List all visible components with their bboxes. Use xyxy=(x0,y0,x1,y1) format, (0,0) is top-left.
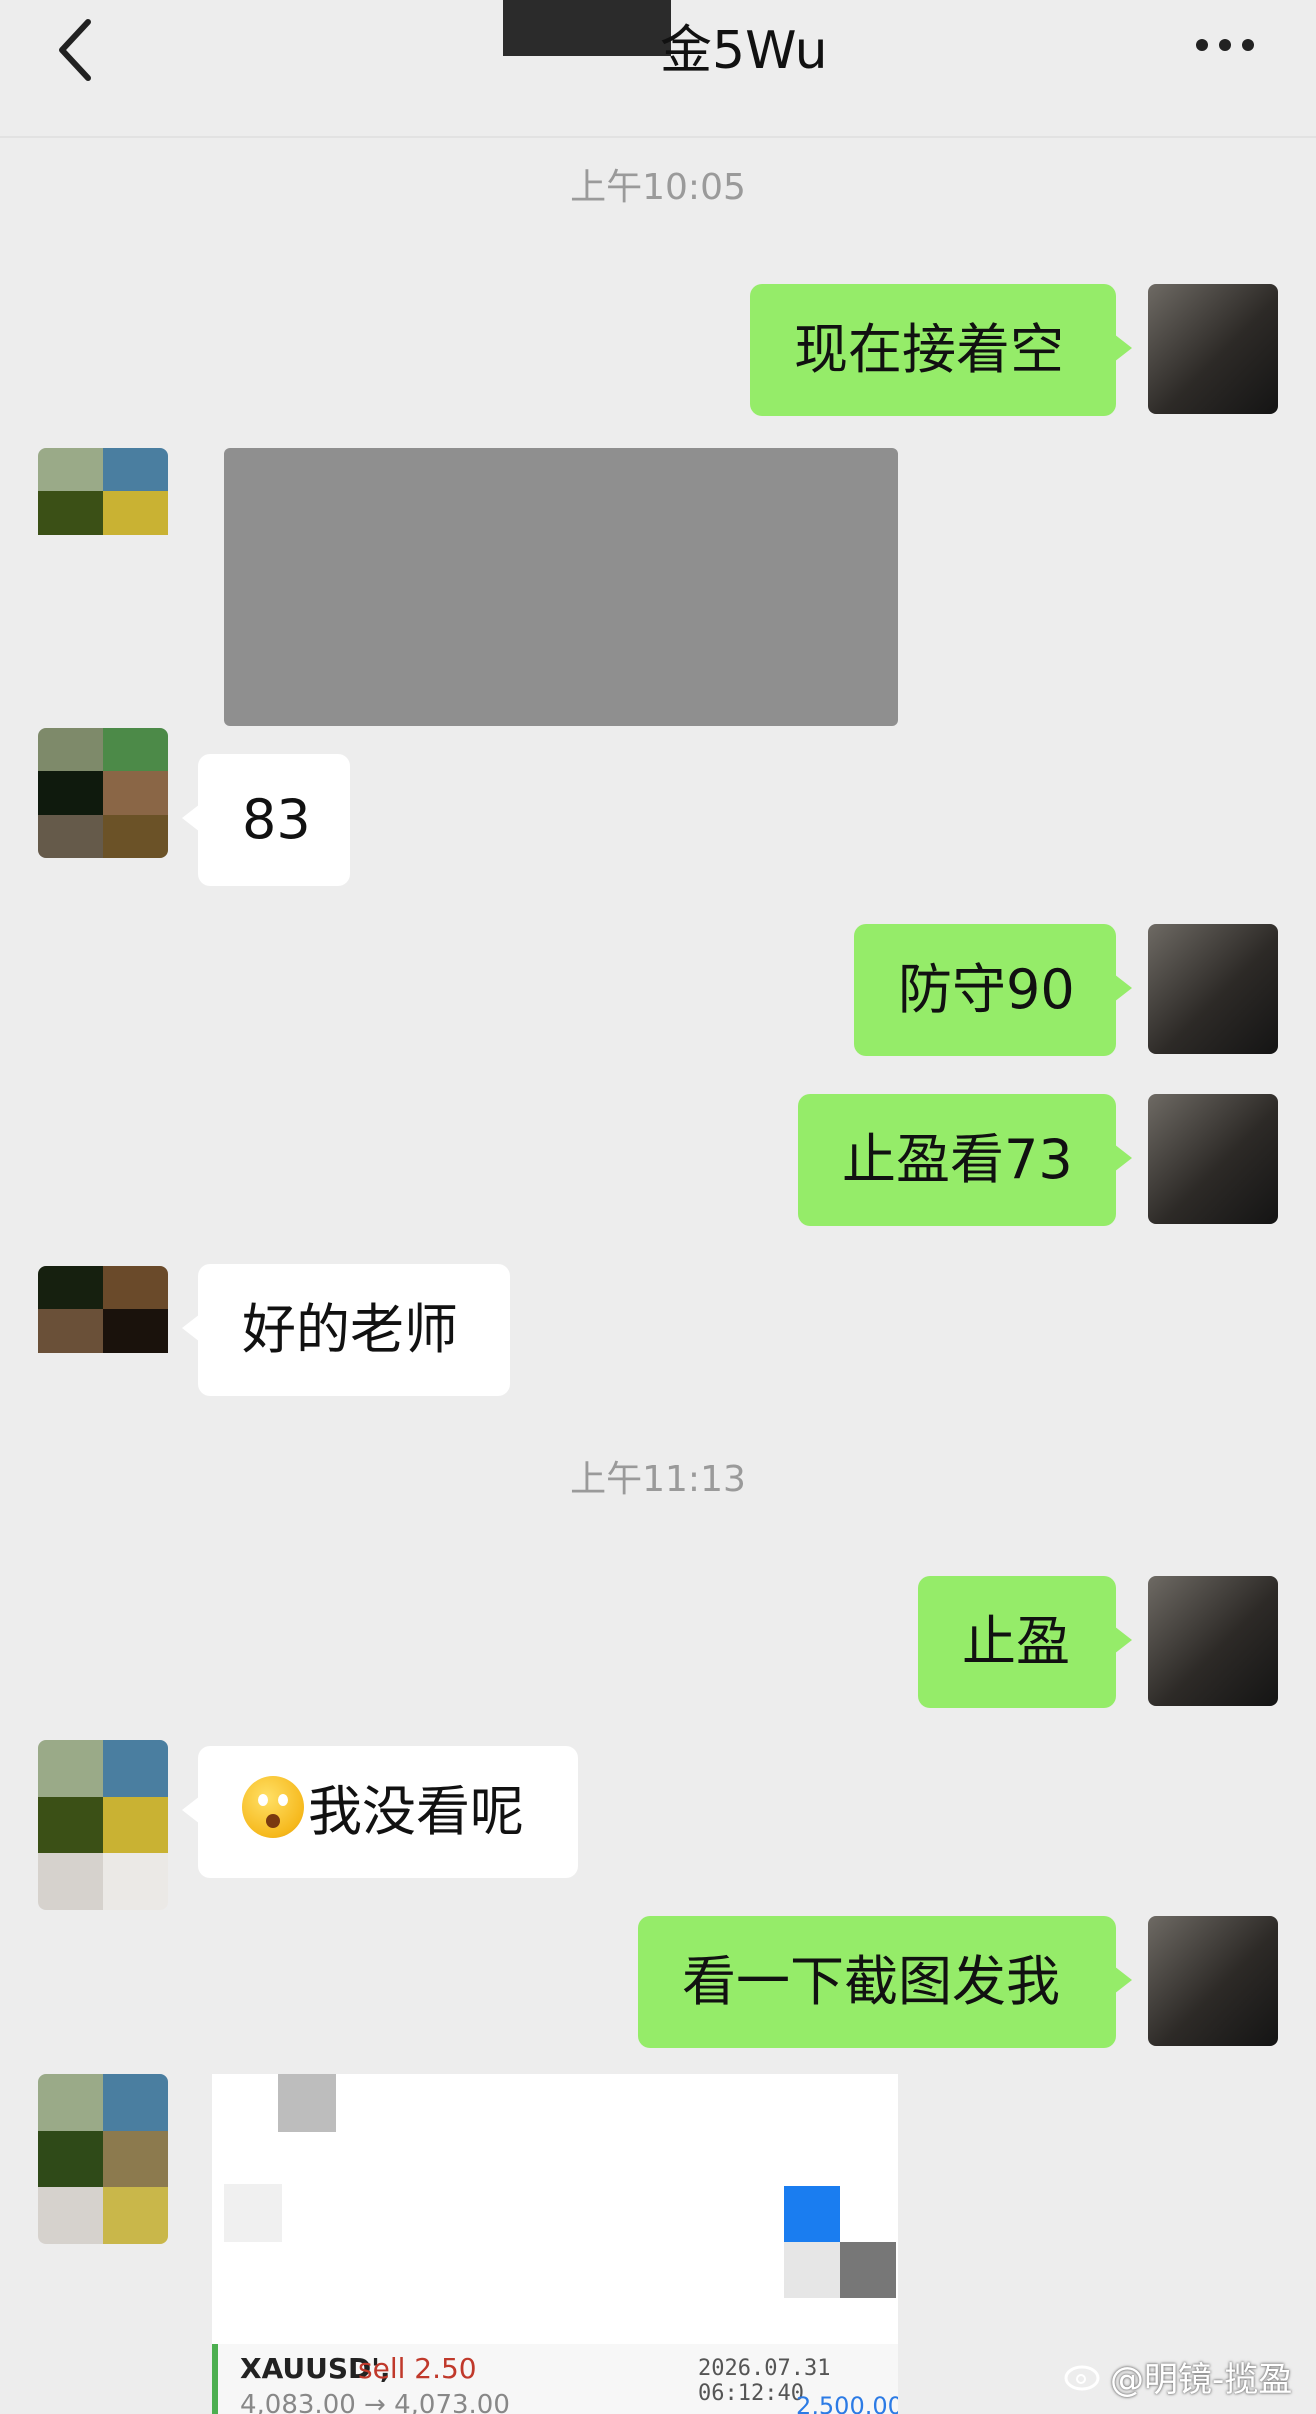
back-arrow-icon[interactable] xyxy=(50,14,110,84)
more-icon[interactable] xyxy=(1190,22,1260,68)
message-bubble-incoming[interactable]: 好的老师 xyxy=(182,1264,510,1396)
blurred-block xyxy=(784,2186,840,2242)
chat-header: 金5Wu xyxy=(0,0,1316,138)
blurred-block xyxy=(840,2242,896,2298)
message-bubble-incoming[interactable]: 我没看呢 xyxy=(182,1746,578,1878)
contact-avatar[interactable] xyxy=(38,2074,168,2244)
my-avatar[interactable] xyxy=(1148,284,1278,414)
blurred-block xyxy=(278,2074,336,2132)
chat-title: 金5Wu xyxy=(660,21,828,81)
trade-screenshot-image[interactable]: XAUUSD', sell 2.50 2026.07.31 06:12:40 4… xyxy=(212,2074,898,2414)
emoji-icon xyxy=(242,1776,304,1838)
message-bubble-outgoing[interactable]: 看一下截图发我 xyxy=(638,1916,1132,2048)
my-avatar[interactable] xyxy=(1148,924,1278,1054)
blurred-block xyxy=(224,2184,282,2242)
my-avatar[interactable] xyxy=(1148,1916,1278,2046)
message-bubble-outgoing[interactable]: 现在接着空 xyxy=(750,284,1132,416)
blurred-block xyxy=(784,2242,840,2298)
message-bubble-outgoing[interactable]: 止盈看73 xyxy=(798,1094,1132,1226)
blurred-image-message[interactable] xyxy=(224,448,898,726)
timestamp: 上午11:13 xyxy=(570,1459,746,1500)
contact-avatar[interactable] xyxy=(38,728,168,858)
my-avatar[interactable] xyxy=(1148,1576,1278,1706)
trade-profit: 2,500.00 xyxy=(796,2392,898,2414)
message-bubble-outgoing[interactable]: 防守90 xyxy=(854,924,1132,1056)
message-bubble-outgoing[interactable]: 止盈 xyxy=(918,1576,1132,1708)
trade-price: 4,083.00 → 4,073.00 xyxy=(240,2390,510,2414)
weibo-icon xyxy=(1064,2365,1100,2391)
contact-avatar[interactable] xyxy=(38,448,168,578)
redaction-mask xyxy=(503,0,671,56)
trade-side: sell 2.50 xyxy=(358,2352,477,2385)
my-avatar[interactable] xyxy=(1148,1094,1278,1224)
contact-avatar[interactable] xyxy=(38,1266,168,1396)
watermark: @明镜-揽盈 xyxy=(1110,2360,1293,2400)
message-text: 我没看呢 xyxy=(308,1780,524,1843)
contact-avatar[interactable] xyxy=(38,1740,168,1910)
timestamp: 上午10:05 xyxy=(570,167,746,208)
message-bubble-incoming[interactable]: 83 xyxy=(182,754,350,886)
